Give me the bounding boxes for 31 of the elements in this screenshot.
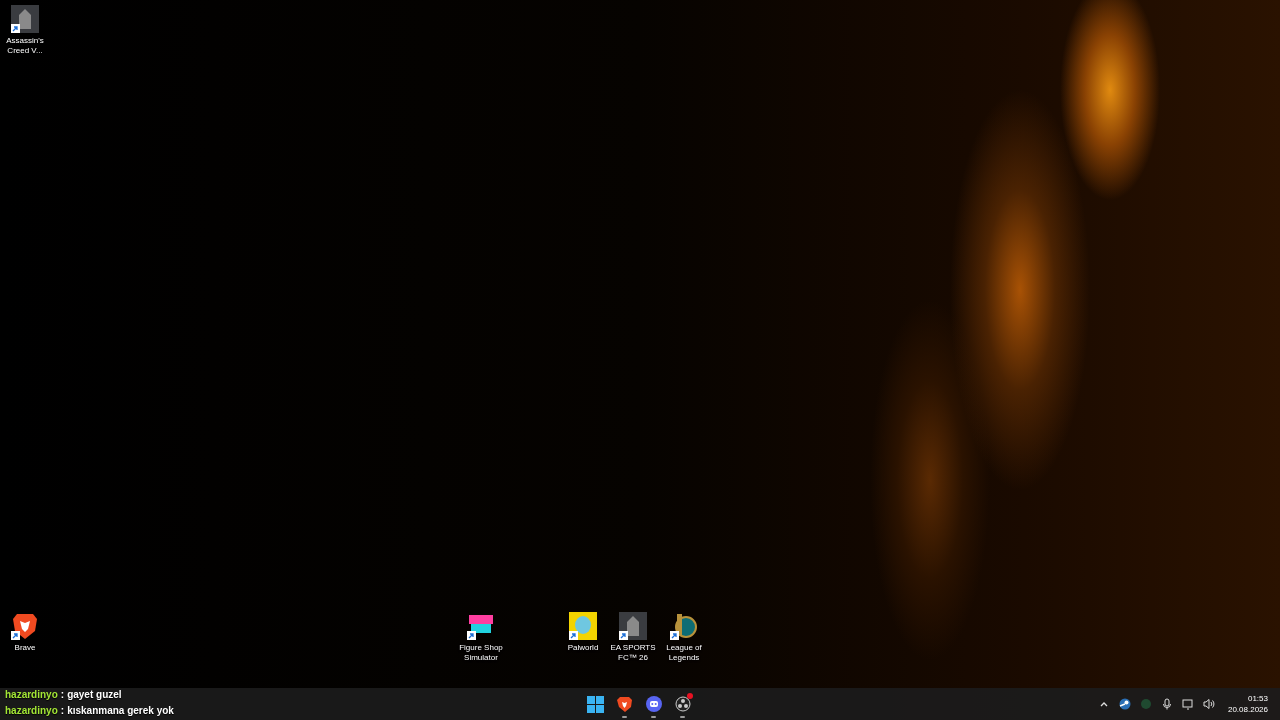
speaker-icon[interactable] [1202,698,1215,710]
steam-logo-icon[interactable] [1118,698,1131,710]
icon-label: League of Legends [665,643,703,663]
desktop-icon[interactable]: Assassin's Creed V... [0,5,51,56]
icon-label: Brave [14,643,36,653]
icon-label: Palworld [567,643,599,653]
clock-date[interactable]: 20.08.2026 [1227,704,1268,715]
chat-message: kıskanmana gerek yok [67,704,174,717]
chat-username: hazardinyo [5,704,58,717]
desktop-icon[interactable]: Palworld [557,612,609,653]
desktop-icon[interactable]: EA SPORTS FC™ 26 [607,612,659,663]
lion-logo-icon [617,695,632,713]
desktop-icon[interactable]: League of Legends [658,612,710,663]
chat-separator: : [60,688,65,701]
circle-logo-icon [674,696,691,712]
desktop-icon[interactable]: Brave [0,612,51,653]
photo-placeholder [619,612,647,640]
icon-label: Assassin's Creed V... [5,36,45,56]
creature-icon [569,612,597,640]
desktop-icon[interactable]: Figure Shop Simulator [455,612,507,663]
icon-label: EA SPORTS FC™ 26 [609,643,657,663]
microphone-icon[interactable] [1160,698,1173,710]
windows-logo-icon [587,695,604,713]
icon-label: Figure Shop Simulator [458,643,504,663]
chat-username: hazardinyo [5,688,58,701]
chat-separator: : [60,704,65,717]
photo-placeholder [11,5,39,33]
lion-logo-icon [12,612,38,640]
monitor-icon[interactable] [1181,698,1194,710]
chat-message: gayet guzel [67,688,122,701]
clock-time[interactable]: 01:53 [1247,693,1268,704]
